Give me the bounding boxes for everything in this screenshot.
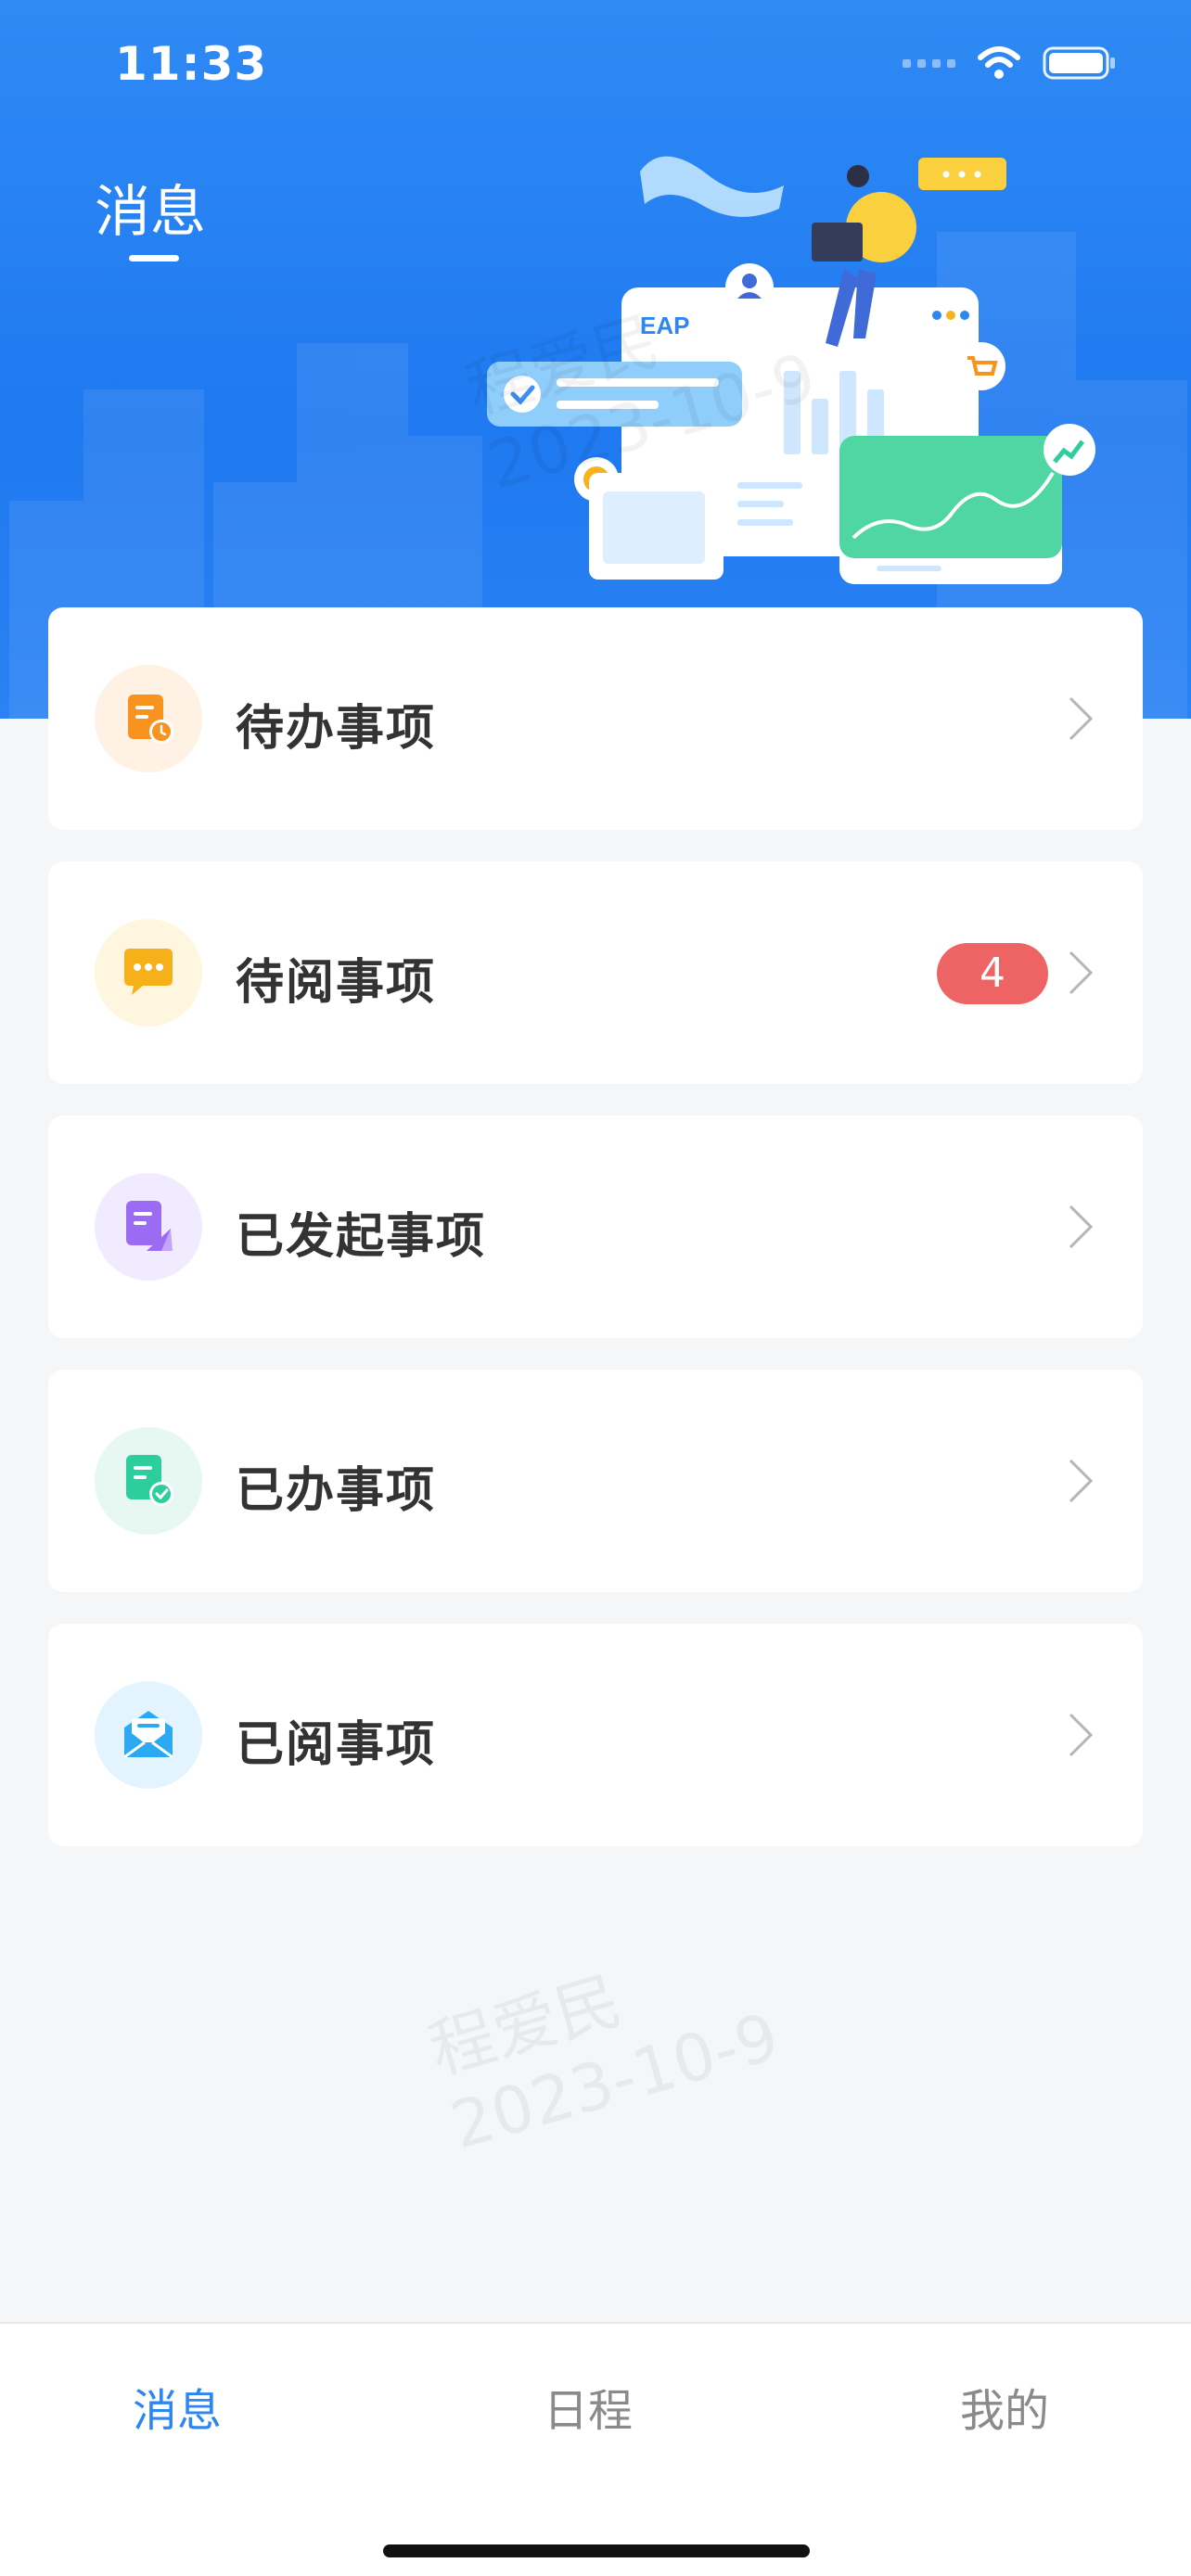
- menu-item-pending[interactable]: 待办事项: [48, 607, 1143, 830]
- unread-count-badge: 4: [937, 943, 1048, 1004]
- menu-item-label: 待阅事项: [236, 955, 437, 1011]
- menu-item-initiated[interactable]: 已发起事项: [48, 1116, 1143, 1338]
- illustration-label: EAP: [640, 312, 689, 339]
- chevron-right-icon: [1069, 1205, 1094, 1249]
- chevron-right-icon: [1069, 1713, 1094, 1757]
- pending-task-icon: [95, 665, 202, 772]
- title-underline: [129, 255, 179, 261]
- menu-item-label: 已办事项: [236, 1463, 437, 1519]
- watermark-name: 程爱民: [421, 1962, 630, 2089]
- status-icons: [903, 45, 1117, 82]
- menu-item-label: 已发起事项: [236, 1209, 487, 1265]
- tab-schedule[interactable]: 日程: [544, 2374, 633, 2439]
- menu-item-to-read[interactable]: 待阅事项 4: [48, 861, 1143, 1084]
- tab-messages[interactable]: 消息: [133, 2374, 222, 2439]
- signal-icon: [903, 58, 955, 68]
- tab-bar: 消息 日程 我的: [0, 2322, 1191, 2576]
- home-indicator: [383, 2544, 810, 2557]
- read-mail-icon: [95, 1681, 202, 1789]
- menu-item-label: 已阅事项: [236, 1717, 437, 1773]
- wifi-icon: [978, 46, 1020, 79]
- watermark-date: 2023-10-9: [442, 1998, 788, 2164]
- dashboard-illustration: EAP: [487, 156, 1095, 584]
- status-time: 11:33: [115, 37, 268, 91]
- screen: 11:33 消息 EAP 程爱民 2023-10-9 待办事项 待阅事项 4 已…: [0, 0, 1191, 2576]
- completed-task-icon: [95, 1427, 202, 1535]
- unread-message-icon: [95, 919, 202, 1027]
- chevron-right-icon: [1069, 1459, 1094, 1503]
- tab-mine[interactable]: 我的: [960, 2374, 1049, 2439]
- menu-item-label: 待办事项: [236, 701, 437, 757]
- menu-item-read[interactable]: 已阅事项: [48, 1624, 1143, 1846]
- chevron-right-icon: [1069, 950, 1094, 995]
- initiated-icon: [95, 1173, 202, 1281]
- watermark: 程爱民 2023-10-9: [421, 1922, 788, 2164]
- chevron-right-icon: [1069, 696, 1094, 741]
- menu-item-completed[interactable]: 已办事项: [48, 1370, 1143, 1592]
- battery-icon: [1043, 46, 1115, 80]
- page-title: 消息: [95, 180, 206, 245]
